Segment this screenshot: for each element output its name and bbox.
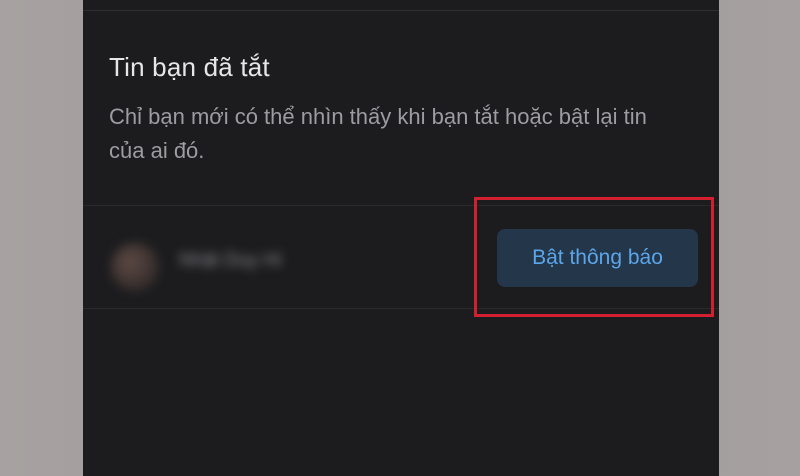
section-description: Chỉ bạn mới có thể nhìn thấy khi bạn tắt… — [109, 104, 647, 163]
top-divider — [83, 10, 719, 11]
highlight-annotation-box — [474, 197, 714, 317]
avatar — [111, 243, 159, 291]
contact-name: Nhật Duy Hi — [179, 250, 282, 271]
screenshot-canvas: Tin bạn đã tắt Chỉ bạn mới có thể nhìn t… — [0, 0, 800, 476]
section-title: Tin bạn đã tắt — [109, 52, 270, 82]
